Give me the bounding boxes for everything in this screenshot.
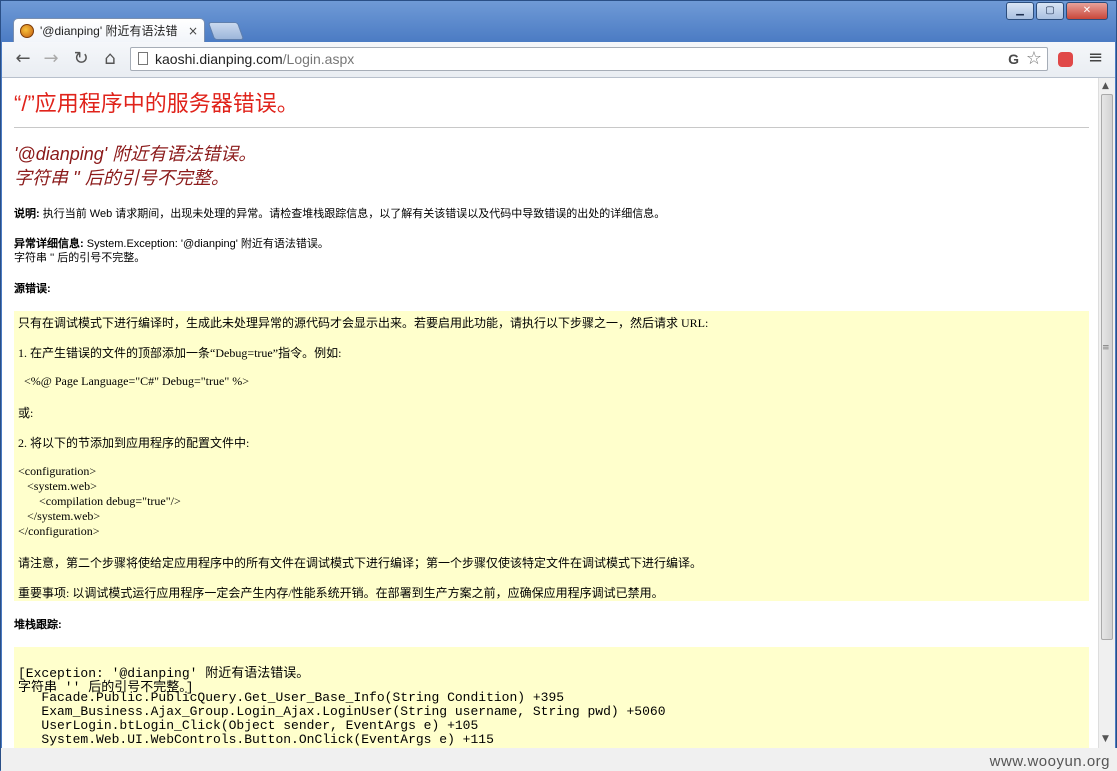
menu-icon[interactable]: ≡	[1088, 47, 1103, 68]
address-bar[interactable]: kaoshi.dianping.com/Login.aspx G ☆	[130, 47, 1048, 71]
source-error-label: 源错误:	[14, 283, 51, 295]
stack-trace-heading: 堆栈跟踪:	[14, 618, 62, 632]
source-line: 请注意，第二个步骤将使给定应用程序中的所有文件在调试模式下进行编译；第一个步骤仅…	[18, 556, 703, 570]
reload-icon[interactable]: ↻	[70, 48, 92, 70]
scrollbar-grip-icon: ≡	[1102, 343, 1110, 353]
source-error-heading: 源错误:	[14, 282, 51, 296]
browser-toolbar: ← → ↻ ⌂ kaoshi.dianping.com/Login.aspx G…	[2, 42, 1115, 78]
bookmark-star-icon[interactable]: ☆	[1026, 48, 1042, 69]
url-text[interactable]: kaoshi.dianping.com/Login.aspx	[155, 51, 354, 67]
globe-icon	[20, 23, 34, 38]
browser-window: ▁ ▢ ✕ '@dianping' 附近有语法错 × ← → ↻ ⌂ kaosh…	[0, 0, 1117, 771]
error-line-1: '@dianping' 附近有语法错误。	[14, 144, 257, 164]
google-g-icon[interactable]: G	[1008, 51, 1019, 67]
source-line: </configuration>	[18, 524, 100, 538]
exception-label: 异常详细信息:	[14, 238, 84, 250]
source-line: <system.web>	[18, 479, 97, 493]
source-line: <compilation debug="true"/>	[18, 494, 181, 508]
exception-text-2: 字符串 '' 后的引号不完整。	[14, 252, 146, 264]
stack-line: Exam_Business.Ajax_Group.Login_Ajax.Logi…	[18, 704, 666, 719]
source-line: 1. 在产生错误的文件的顶部添加一条“Debug=true”指令。例如:	[18, 346, 342, 360]
source-line: <configuration>	[18, 464, 97, 478]
home-icon[interactable]: ⌂	[99, 48, 121, 70]
error-line-2: 字符串 '' 后的引号不完整。	[14, 168, 229, 188]
minimize-button[interactable]: ▁	[1006, 2, 1034, 20]
tab-title: '@dianping' 附近有语法错	[40, 24, 178, 38]
page-content: “/”应用程序中的服务器错误。 '@dianping' 附近有语法错误。 字符串…	[2, 78, 1097, 748]
stack-line: UserLogin.btLogin_Click(Object sender, E…	[18, 718, 479, 733]
page-viewport: “/”应用程序中的服务器错误。 '@dianping' 附近有语法错误。 字符串…	[2, 78, 1115, 748]
description: 说明: 执行当前 Web 请求期间，出现未处理的异常。请检查堆栈跟踪信息，以了解…	[14, 207, 665, 221]
scrollbar-thumb[interactable]	[1101, 94, 1113, 640]
back-arrow-icon[interactable]: ←	[12, 48, 34, 70]
forward-arrow-icon[interactable]: →	[40, 48, 62, 70]
close-window-button[interactable]: ✕	[1066, 2, 1108, 20]
source-line: 只有在调试模式下进行编译时，生成此未处理异常的源代码才会显示出来。若要启用此功能…	[18, 316, 709, 330]
description-text: 执行当前 Web 请求期间，出现未处理的异常。请检查堆栈跟踪信息，以了解有关该错…	[39, 208, 666, 220]
maximize-button[interactable]: ▢	[1036, 2, 1064, 20]
window-controls: ▁ ▢ ✕	[1006, 2, 1108, 20]
exception-details: 异常详细信息: System.Exception: '@dianping' 附近…	[14, 237, 329, 265]
url-path: /Login.aspx	[282, 51, 355, 67]
divider	[14, 127, 1089, 128]
source-line: 2. 将以下的节添加到应用程序的配置文件中:	[18, 436, 250, 450]
source-line: </system.web>	[18, 509, 101, 523]
vertical-scrollbar[interactable]: ▲ ≡ ▼	[1098, 78, 1115, 748]
source-line: <%@ Page Language="C#" Debug="true" %>	[18, 374, 249, 388]
tab-active[interactable]: '@dianping' 附近有语法错 ×	[13, 18, 205, 42]
source-line: 或:	[18, 406, 34, 420]
source-error-box: 只有在调试模式下进行编译时，生成此未处理异常的源代码才会显示出来。若要启用此功能…	[14, 311, 1089, 601]
error-message: '@dianping' 附近有语法错误。 字符串 '' 后的引号不完整。	[14, 142, 256, 190]
watermark-text: www.wooyun.org	[989, 753, 1110, 770]
page-icon	[138, 52, 148, 65]
page-title: “/”应用程序中的服务器错误。	[14, 91, 299, 116]
status-bar	[1, 748, 1117, 771]
tab-close-icon[interactable]: ×	[188, 24, 198, 38]
description-label: 说明:	[14, 208, 40, 220]
new-tab-button[interactable]	[207, 22, 245, 40]
source-line: 重要事项: 以调试模式运行应用程序一定会产生内存/性能系统开销。在部署到生产方案…	[18, 586, 664, 600]
scroll-down-arrow-icon[interactable]: ▼	[1102, 734, 1109, 744]
stack-line: Facade.Public.PublicQuery.Get_User_Base_…	[18, 690, 565, 705]
stack-line: System.Web.UI.WebControls.Button.OnClick…	[18, 732, 494, 747]
exception-text: System.Exception: '@dianping' 附近有语法错误。	[83, 238, 329, 250]
url-host: kaoshi.dianping.com	[155, 51, 283, 67]
extension-icon[interactable]	[1058, 52, 1073, 67]
scroll-up-arrow-icon[interactable]: ▲	[1102, 81, 1109, 91]
stack-trace-label: 堆栈跟踪:	[14, 619, 62, 631]
stack-trace-box: [Exception: '@dianping' 附近有语法错误。 字符串 '' …	[14, 647, 1089, 748]
